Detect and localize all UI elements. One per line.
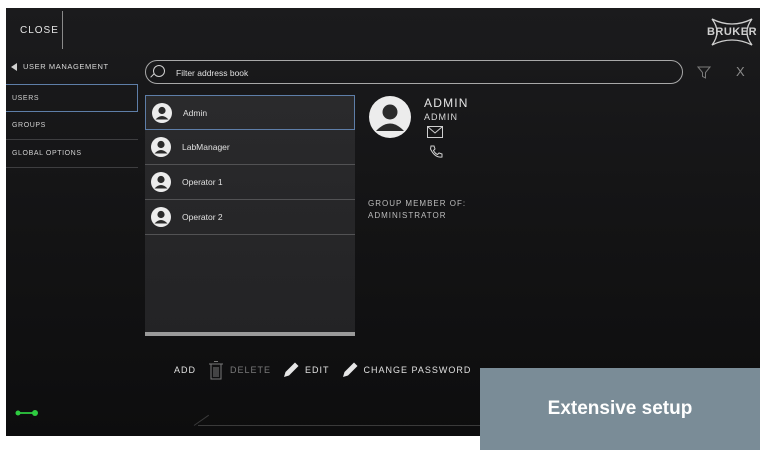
back-arrow-icon <box>11 62 17 71</box>
search-icon <box>153 65 165 77</box>
add-button[interactable]: ADD <box>174 365 196 375</box>
phone-icon[interactable] <box>429 145 443 159</box>
user-name: Admin <box>183 107 208 118</box>
back-label: USER MANAGEMENT <box>23 62 109 71</box>
detail-user-name: ADMIN <box>424 96 469 110</box>
detail-user-role: ADMIN <box>424 112 458 122</box>
list-scrollbar[interactable] <box>145 332 355 336</box>
change-password-button[interactable]: CHANGE PASSWORD <box>340 360 472 380</box>
user-name: Operator 1 <box>182 177 223 187</box>
sidebar-item-groups[interactable]: GROUPS <box>6 112 138 140</box>
detail-avatar-icon <box>369 96 411 138</box>
trash-icon <box>209 361 224 380</box>
user-management-back-button[interactable]: USER MANAGEMENT <box>11 62 109 71</box>
extensive-setup-banner: Extensive setup <box>480 368 760 450</box>
user-avatar-icon <box>151 172 171 192</box>
banner-text: Extensive setup <box>547 398 693 419</box>
mail-icon[interactable] <box>427 126 443 138</box>
user-avatar-icon <box>151 137 171 157</box>
delete-button[interactable]: DELETE <box>206 360 271 380</box>
connection-status-icon <box>15 410 38 416</box>
group-member-label: GROUP MEMBER OF: <box>368 199 467 208</box>
user-list[interactable]: Admin LabManager Operator 1 Operator 2 <box>145 95 355 336</box>
pencil-icon <box>284 362 299 377</box>
logo-text: BRUKER <box>706 26 758 38</box>
user-name: LabManager <box>182 142 230 152</box>
user-row-admin[interactable]: Admin <box>145 95 355 130</box>
user-avatar-icon <box>152 102 172 123</box>
address-book-search[interactable] <box>145 60 683 84</box>
search-input[interactable] <box>174 64 658 82</box>
bruker-logo: BRUKER <box>706 15 758 49</box>
group-member-value: ADMINISTRATOR <box>368 211 447 220</box>
change-password-label: CHANGE PASSWORD <box>363 365 472 375</box>
pencil-icon <box>342 362 358 377</box>
add-label: ADD <box>174 365 197 375</box>
header-divider <box>62 11 63 49</box>
user-row-labmanager[interactable]: LabManager <box>145 130 355 165</box>
sidebar-item-global-options[interactable]: GLOBAL OPTIONS <box>6 140 138 168</box>
user-row-operator-2[interactable]: Operator 2 <box>145 200 355 235</box>
clear-filter-icon[interactable]: X <box>736 64 745 79</box>
action-toolbar: ADD DELETE EDIT CHANGE PASSWORD <box>174 360 481 380</box>
edit-label: EDIT <box>305 365 330 375</box>
filter-icon[interactable] <box>697 66 711 79</box>
user-row-operator-1[interactable]: Operator 1 <box>145 165 355 200</box>
delete-label: DELETE <box>230 365 272 375</box>
frame-decoration <box>198 425 498 426</box>
user-name: Operator 2 <box>182 212 223 222</box>
edit-button[interactable]: EDIT <box>281 360 330 380</box>
user-avatar-icon <box>151 207 171 227</box>
close-button[interactable]: CLOSE <box>20 25 59 36</box>
sidebar-item-users[interactable]: USERS <box>6 84 138 112</box>
